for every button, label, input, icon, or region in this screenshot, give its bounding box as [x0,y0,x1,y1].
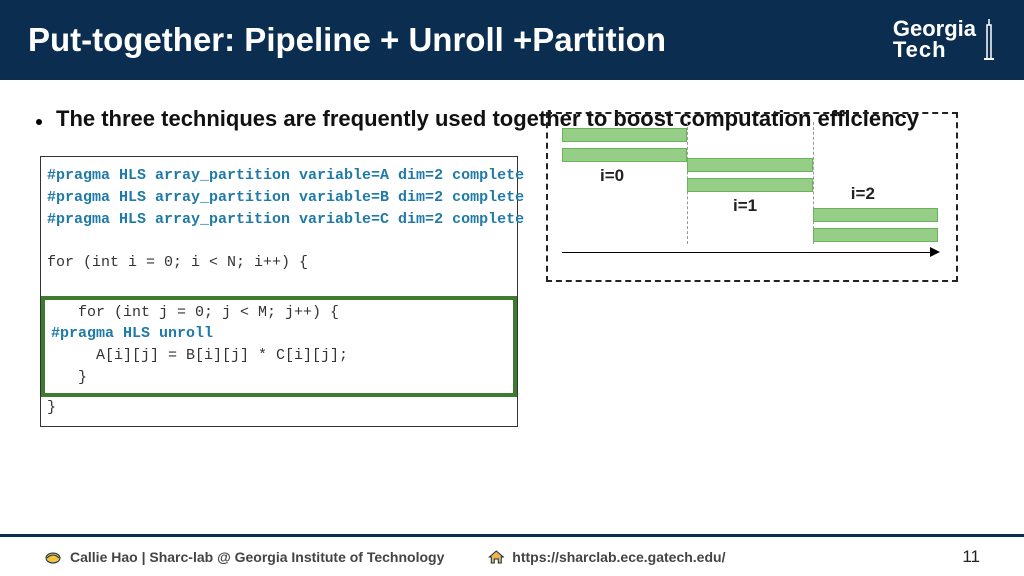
pipeline-bar [687,178,812,192]
code-pragma-b: #pragma HLS array_partition variable=B d… [47,187,511,209]
home-icon [488,550,504,564]
footer: Callie Hao | Sharc-lab @ Georgia Institu… [0,534,1024,576]
code-box: #pragma HLS array_partition variable=A d… [40,156,518,427]
code-pragma-c: #pragma HLS array_partition variable=C d… [47,209,511,231]
label-i2: i=2 [851,184,875,204]
code-assign: A[i][j] = B[i][j] * C[i][j]; [51,345,507,367]
pipeline-bar [813,228,938,242]
footer-url: https://sharclab.ece.gatech.edu/ [512,549,725,565]
content-row: #pragma HLS array_partition variable=A d… [40,156,984,427]
pipeline-bar [562,148,687,162]
code-pragma-a: #pragma HLS array_partition variable=A d… [47,165,511,187]
arrow-right-icon [930,247,940,257]
stage-divider [813,122,814,244]
pipeline-diagram: i=0 i=1 i=2 [546,112,958,282]
label-i1: i=1 [733,196,757,216]
bullet-dot-icon [36,119,42,125]
slide-title: Put-together: Pipeline + Unroll +Partiti… [28,21,666,59]
footer-center: https://sharclab.ece.gatech.edu/ [488,549,725,565]
code-for-inner: for (int j = 0; j < M; j++) { [51,302,507,324]
footer-left: Callie Hao | Sharc-lab @ Georgia Institu… [44,549,444,565]
logo-tower-icon [982,19,996,61]
buzz-icon [44,550,62,564]
slide-body: The three techniques are frequently used… [0,80,1024,576]
georgia-tech-logo: Georgia Tech [893,19,996,61]
pipeline-bar [562,128,687,142]
label-i0: i=0 [600,166,624,186]
code-close-inner: } [51,367,507,389]
slide: Put-together: Pipeline + Unroll +Partiti… [0,0,1024,576]
footer-author: Callie Hao | Sharc-lab @ Georgia Institu… [70,549,444,565]
logo-line2: Tech [893,40,976,61]
title-bar: Put-together: Pipeline + Unroll +Partiti… [0,0,1024,80]
page-number: 11 [962,547,980,567]
code-close-outer: } [47,397,511,419]
code-pragma-unroll: #pragma HLS unroll [51,323,507,345]
highlighted-inner-loop: for (int j = 0; j < M; j++) { #pragma HL… [41,296,517,397]
time-axis [562,252,930,253]
pipeline-bar [687,158,812,172]
pipeline-bar [813,208,938,222]
code-for-outer: for (int i = 0; i < N; i++) { [47,252,511,274]
